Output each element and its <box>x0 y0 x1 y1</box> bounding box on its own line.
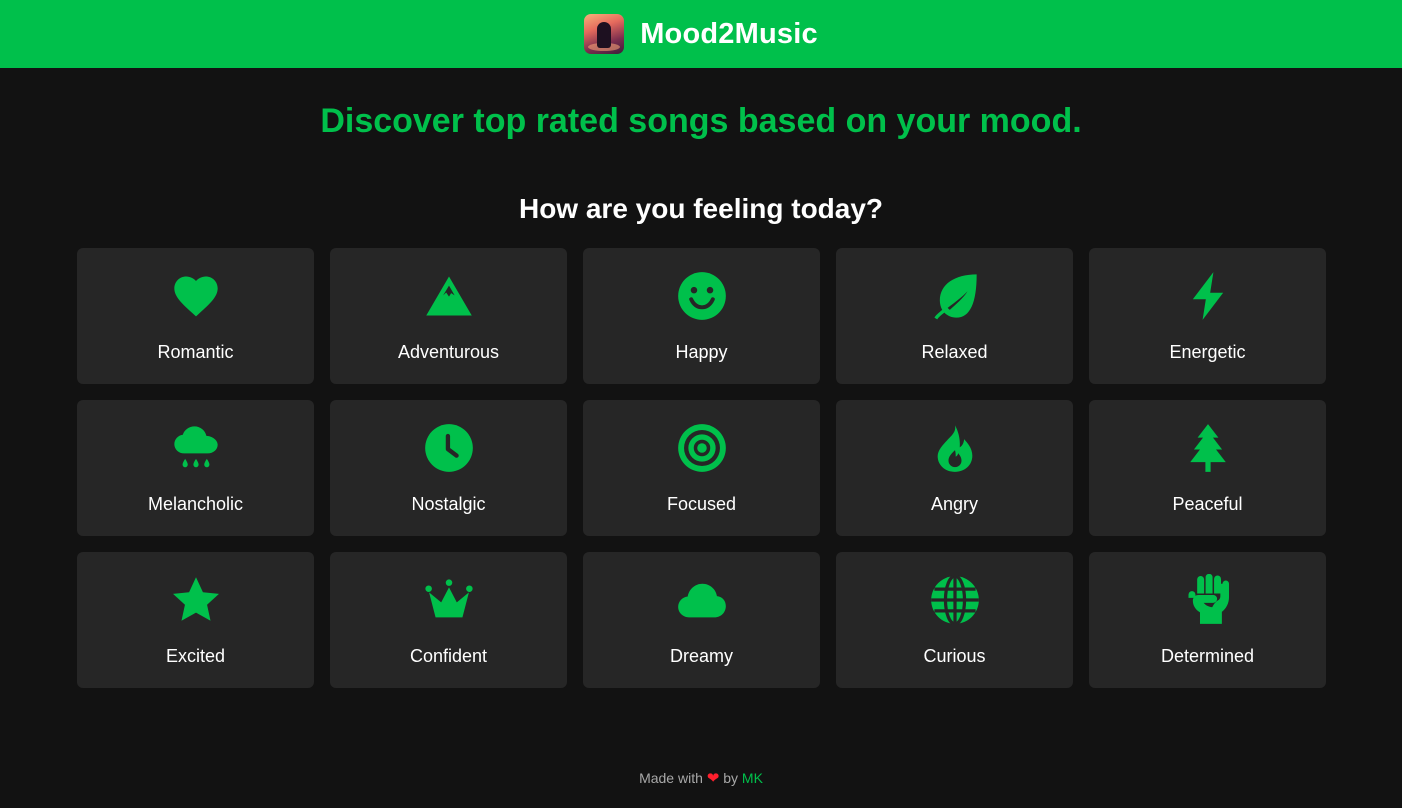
mood-card-happy[interactable]: Happy <box>583 248 820 384</box>
heart-icon: ❤ <box>706 770 720 787</box>
mood-label: Relaxed <box>921 342 988 362</box>
mood-card-peaceful[interactable]: Peaceful <box>1089 400 1326 536</box>
mood-label: Angry <box>930 494 979 514</box>
mood-card-dreamy[interactable]: Dreamy <box>583 552 820 688</box>
mood-label: Dreamy <box>669 646 733 666</box>
mood-question: How are you feeling today? <box>518 193 884 224</box>
mood-card-relaxed[interactable]: Relaxed <box>836 248 1073 384</box>
fist-icon <box>1188 574 1229 624</box>
mood-card-adventurous[interactable]: Adventurous <box>330 248 567 384</box>
mood-card-nostalgic[interactable]: Nostalgic <box>330 400 567 536</box>
mood-card-focused[interactable]: Focused <box>583 400 820 536</box>
leaf-icon <box>933 274 977 320</box>
top-header: Mood2Music <box>0 0 1402 68</box>
mountain-icon <box>425 276 472 316</box>
mood-label: Nostalgic <box>411 494 486 514</box>
mood-card-curious[interactable]: Curious <box>836 552 1073 688</box>
footer-made-with: Made with <box>639 770 703 786</box>
heart-icon <box>173 276 218 317</box>
mood-label: Happy <box>675 342 728 362</box>
target-icon <box>677 424 726 472</box>
mood-label: Peaceful <box>1172 494 1243 514</box>
mood-card-determined[interactable]: Determined <box>1089 552 1326 688</box>
smile-icon <box>677 272 726 320</box>
mood-label: Melancholic <box>147 494 244 514</box>
lightning-icon <box>1192 272 1223 320</box>
mood-card-energetic[interactable]: Energetic <box>1089 248 1326 384</box>
tree-icon <box>1189 424 1226 472</box>
mood-label: Curious <box>923 646 986 666</box>
star-icon <box>172 577 219 621</box>
mood-label: Energetic <box>1169 342 1246 362</box>
mood-label: Confident <box>409 646 488 666</box>
mood-card-melancholic[interactable]: Melancholic <box>77 400 314 536</box>
album-art-icon <box>584 14 625 54</box>
cloud-icon <box>677 583 726 618</box>
author-link[interactable]: MK <box>742 770 763 786</box>
footer-by: by <box>723 770 739 786</box>
mood-card-romantic[interactable]: Romantic <box>77 248 314 384</box>
footer: Made with ❤ by MK <box>0 769 1402 787</box>
mood-grid: Romantic Adventurous Happy Relaxed Energ… <box>77 248 1326 688</box>
mood-label: Excited <box>165 646 226 666</box>
fire-icon <box>937 425 972 472</box>
app-title[interactable]: Mood2Music <box>640 18 818 51</box>
mood-card-confident[interactable]: Confident <box>330 552 567 688</box>
rain-cloud-icon <box>173 426 218 468</box>
mood-label: Focused <box>666 494 737 514</box>
crown-icon <box>424 579 473 618</box>
mood-card-angry[interactable]: Angry <box>836 400 1073 536</box>
mood-label: Determined <box>1160 646 1255 666</box>
clock-icon <box>424 424 473 472</box>
globe-icon <box>930 574 979 626</box>
mood-card-excited[interactable]: Excited <box>77 552 314 688</box>
tagline: Discover top rated songs based on your m… <box>320 102 1082 140</box>
mood-label: Romantic <box>157 342 234 362</box>
mood-label: Adventurous <box>397 342 500 362</box>
